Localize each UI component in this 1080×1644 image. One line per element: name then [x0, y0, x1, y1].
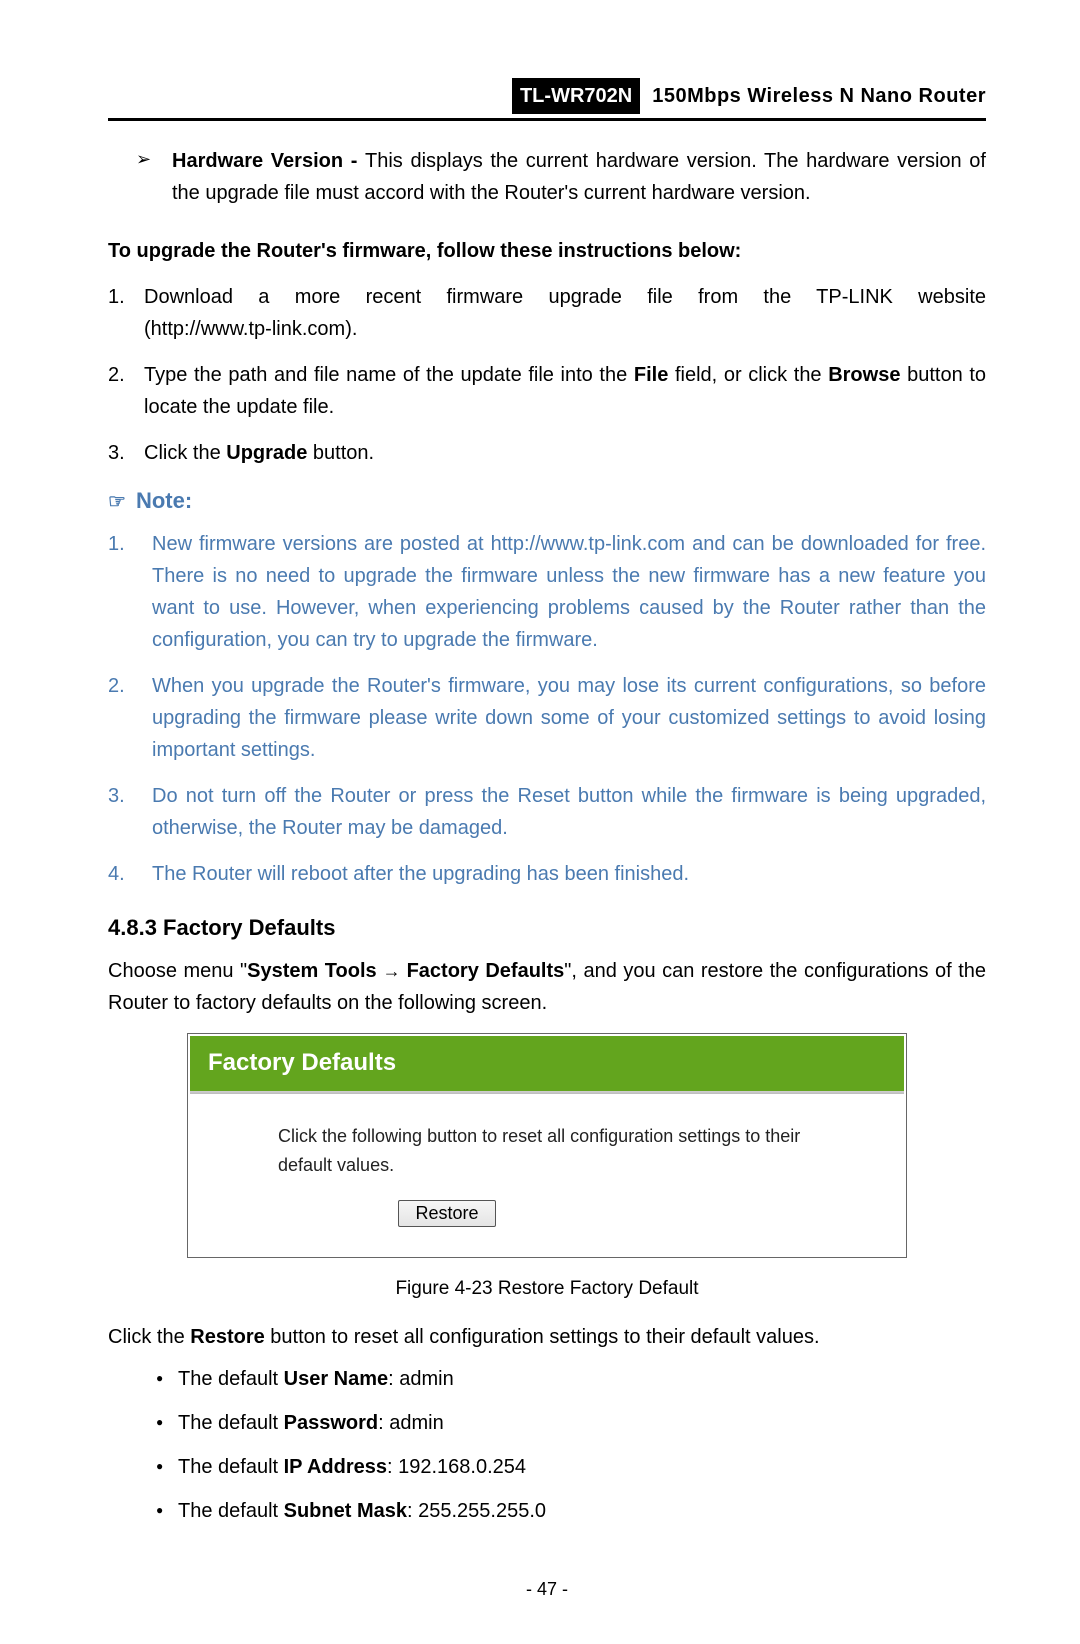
default-password: The default Password: admin — [156, 1407, 986, 1439]
note-2: When you upgrade the Router's firmware, … — [108, 670, 986, 766]
pointing-hand-icon: ☞ — [108, 486, 126, 518]
section-heading: 4.8.3 Factory Defaults — [108, 910, 986, 945]
d4c: : 255.255.255.0 — [407, 1500, 546, 1522]
note-1-url: http://www.tp-link.com — [491, 533, 686, 555]
intro-system-tools: System Tools — [247, 960, 377, 982]
step-2-browse: Browse — [828, 364, 900, 386]
d3b: IP Address — [284, 1456, 387, 1478]
note-4: The Router will reboot after the upgradi… — [108, 858, 986, 890]
restore-description: Click the Restore button to reset all co… — [108, 1321, 986, 1353]
step-2-file: File — [634, 364, 668, 386]
note-1: New firmware versions are posted at http… — [108, 528, 986, 656]
step-2-c: field, or click the — [668, 364, 828, 386]
model-badge: TL-WR702N — [512, 78, 640, 114]
d3c: : 192.168.0.254 — [387, 1456, 526, 1478]
step-1-c: ). — [345, 318, 357, 340]
note-label: Note: — [136, 483, 192, 518]
panel-body: Click the following button to reset all … — [188, 1094, 906, 1258]
d1a: The default — [178, 1368, 284, 1390]
restore-button[interactable]: Restore — [398, 1200, 495, 1227]
factory-defaults-panel: Factory Defaults Click the following but… — [187, 1033, 907, 1258]
step-1: Download a more recent firmware upgrade … — [108, 281, 986, 345]
note-list: New firmware versions are posted at http… — [108, 528, 986, 890]
hardware-version-item: Hardware Version - This displays the cur… — [136, 145, 986, 209]
d1c: : admin — [388, 1368, 454, 1390]
figure-wrap: Factory Defaults Click the following but… — [187, 1033, 907, 1258]
note-1-a: New firmware versions are posted at — [152, 533, 491, 555]
arrow-icon: → — [377, 961, 407, 981]
step-3-a: Click the — [144, 442, 226, 464]
upgrade-instructions-heading: To upgrade the Router's firmware, follow… — [108, 235, 986, 267]
d2c: : admin — [378, 1412, 444, 1434]
upgrade-steps: Download a more recent firmware upgrade … — [108, 281, 986, 469]
step-3: Click the Upgrade button. — [108, 437, 986, 469]
page-number: - 47 - — [108, 1575, 986, 1604]
default-username: The default User Name: admin — [156, 1363, 986, 1395]
restore-desc-a: Click the — [108, 1326, 190, 1348]
note-header: ☞ Note: — [108, 483, 986, 518]
hardware-version-list: Hardware Version - This displays the cur… — [108, 145, 986, 209]
section-title: Factory Defaults — [157, 915, 336, 940]
model-description: 150Mbps Wireless N Nano Router — [652, 80, 986, 112]
d4b: Subnet Mask — [284, 1500, 407, 1522]
restore-desc-b: Restore — [190, 1326, 264, 1348]
d4a: The default — [178, 1500, 284, 1522]
default-ip: The default IP Address: 192.168.0.254 — [156, 1451, 986, 1483]
step-3-c: button. — [307, 442, 374, 464]
hardware-version-label: Hardware Version - — [172, 150, 365, 172]
figure-caption: Figure 4-23 Restore Factory Default — [108, 1274, 986, 1304]
intro-factory-defaults: Factory Defaults — [407, 960, 565, 982]
panel-header: Factory Defaults — [188, 1034, 906, 1090]
d2a: The default — [178, 1412, 284, 1434]
intro-a: Choose menu " — [108, 960, 247, 982]
default-subnet: The default Subnet Mask: 255.255.255.0 — [156, 1495, 986, 1527]
note-3: Do not turn off the Router or press the … — [108, 780, 986, 844]
step-2-a: Type the path and file name of the updat… — [144, 364, 634, 386]
d3a: The default — [178, 1456, 284, 1478]
section-number: 4.8.3 — [108, 915, 157, 940]
page-container: TL-WR702N 150Mbps Wireless N Nano Router… — [0, 0, 1080, 1644]
header-divider — [108, 118, 986, 121]
defaults-list: The default User Name: admin The default… — [108, 1363, 986, 1527]
header: TL-WR702N 150Mbps Wireless N Nano Router — [108, 78, 986, 114]
step-2: Type the path and file name of the updat… — [108, 359, 986, 423]
section-intro: Choose menu "System Tools → Factory Defa… — [108, 955, 986, 1019]
step-1-url: http://www.tp-link.com — [151, 318, 346, 340]
restore-desc-c: button to reset all configuration settin… — [265, 1326, 820, 1348]
d1b: User Name — [284, 1368, 389, 1390]
step-3-upgrade: Upgrade — [226, 442, 307, 464]
panel-title: Factory Defaults — [208, 1049, 396, 1076]
d2b: Password — [284, 1412, 378, 1434]
panel-message: Click the following button to reset all … — [278, 1122, 816, 1180]
